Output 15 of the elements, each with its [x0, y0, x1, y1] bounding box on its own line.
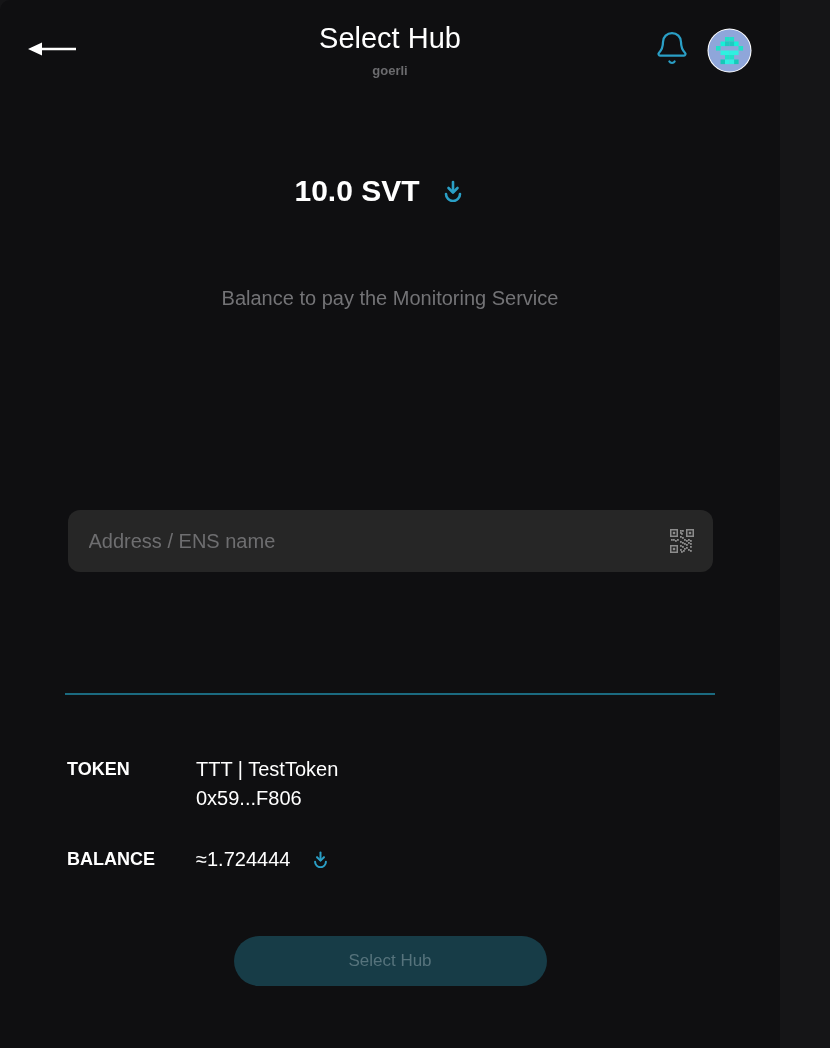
detail-value: 0x59...F806 — [196, 786, 302, 811]
detail-value: ≈1.724444 — [196, 847, 291, 872]
balance-caption: Balance to pay the Monitoring Service — [221, 286, 559, 310]
detail-label: TOKEN — [67, 758, 131, 781]
network-label: goerli — [372, 63, 408, 79]
back-button[interactable] — [28, 42, 76, 56]
detail-value: TTT | TestToken — [196, 757, 339, 782]
qr-code-icon[interactable] — [669, 529, 694, 553]
detail-label: BALANCE — [67, 848, 156, 871]
address-input-field[interactable]: Address / ENS name — [67, 510, 713, 572]
avatar-icon[interactable] — [707, 28, 752, 73]
balance-amount: 10.0 SVT — [294, 173, 420, 209]
download-icon[interactable] — [312, 851, 330, 868]
page-title: Select Hub — [319, 22, 461, 54]
back-arrow-icon — [28, 42, 76, 56]
